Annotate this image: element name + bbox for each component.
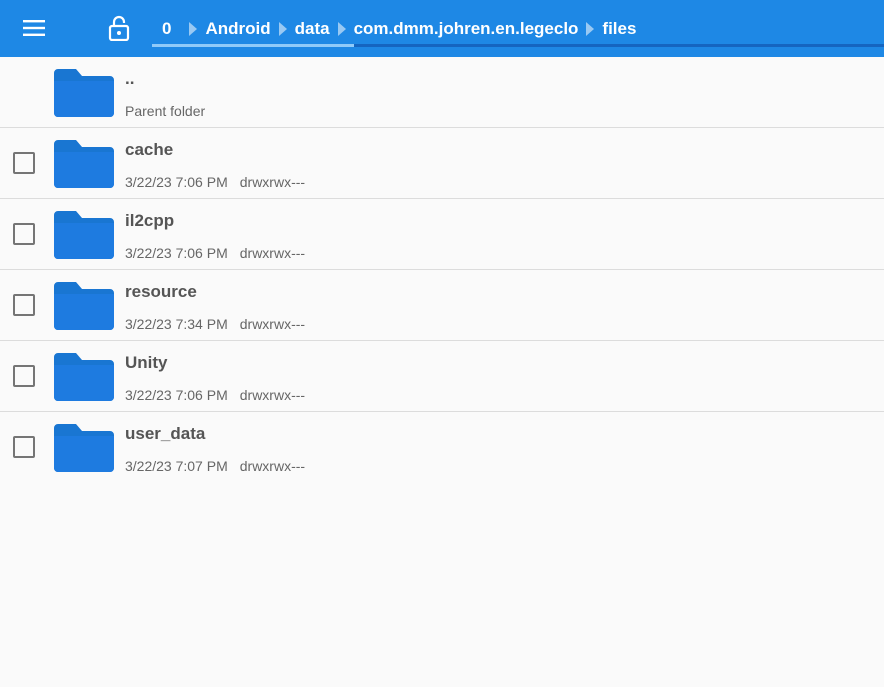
file-name: resource — [125, 282, 197, 301]
list-item[interactable]: user_data 3/22/23 7:07 PM drwxrwx--- — [0, 412, 884, 483]
file-name: user_data — [125, 424, 206, 443]
file-permissions: drwxrwx--- — [239, 316, 306, 332]
chevron-right-icon — [278, 21, 287, 36]
breadcrumb-item-android[interactable]: Android — [199, 0, 276, 57]
chevron-right-icon — [586, 21, 595, 36]
folder-icon — [54, 69, 114, 117]
tab-indicator — [152, 44, 354, 47]
list-item[interactable]: resource 3/22/23 7:34 PM drwxrwx--- — [0, 270, 884, 341]
file-list: .. Parent folder cache 3/22/23 7:06 PM dr… — [0, 57, 884, 483]
folder-icon — [54, 353, 114, 401]
folder-icon — [54, 211, 114, 259]
unlocked-padlock-icon — [108, 15, 130, 41]
hamburger-menu-icon — [23, 20, 45, 36]
file-permissions: drwxrwx--- — [239, 245, 306, 261]
folder-icon — [54, 140, 114, 188]
select-checkbox[interactable] — [13, 294, 35, 316]
file-meta: 3/22/23 7:07 PM drwxrwx--- — [125, 458, 305, 474]
folder-icon — [54, 424, 114, 472]
top-app-bar: 0 Android data com.dmm.johren.en.legeclo… — [0, 0, 884, 57]
file-date: 3/22/23 7:07 PM — [125, 458, 228, 474]
file-date: 3/22/23 7:06 PM — [125, 245, 228, 261]
root-access-lock-button[interactable] — [99, 8, 139, 48]
file-name: Unity — [125, 353, 168, 372]
breadcrumb-item-package[interactable]: com.dmm.johren.en.legeclo — [348, 0, 585, 57]
list-item[interactable]: Unity 3/22/23 7:06 PM drwxrwx--- — [0, 341, 884, 412]
file-meta: 3/22/23 7:06 PM drwxrwx--- — [125, 245, 305, 261]
breadcrumb-item-root[interactable]: 0 — [152, 0, 187, 57]
file-name: il2cpp — [125, 211, 175, 230]
file-meta: 3/22/23 7:06 PM drwxrwx--- — [125, 174, 305, 190]
list-item[interactable]: cache 3/22/23 7:06 PM drwxrwx--- — [0, 128, 884, 199]
chevron-right-icon — [189, 21, 198, 36]
file-permissions: drwxrwx--- — [239, 458, 306, 474]
file-permissions: drwxrwx--- — [239, 174, 306, 190]
file-meta: 3/22/23 7:06 PM drwxrwx--- — [125, 387, 305, 403]
breadcrumb-item-files[interactable]: files — [596, 0, 642, 57]
file-date: 3/22/23 7:06 PM — [125, 387, 228, 403]
menu-button[interactable] — [14, 8, 54, 48]
select-checkbox[interactable] — [13, 223, 35, 245]
select-checkbox[interactable] — [13, 152, 35, 174]
file-date: 3/22/23 7:06 PM — [125, 174, 228, 190]
select-checkbox[interactable] — [13, 436, 35, 458]
chevron-right-icon — [337, 21, 346, 36]
select-checkbox[interactable] — [13, 365, 35, 387]
file-subtitle: Parent folder — [125, 103, 206, 119]
file-name: cache — [125, 140, 174, 159]
list-item[interactable]: il2cpp 3/22/23 7:06 PM drwxrwx--- — [0, 199, 884, 270]
folder-icon — [54, 282, 114, 330]
breadcrumb-item-data[interactable]: data — [289, 0, 336, 57]
file-permissions: drwxrwx--- — [239, 387, 306, 403]
breadcrumb: 0 Android data com.dmm.johren.en.legeclo… — [152, 0, 884, 57]
parent-folder-row[interactable]: .. Parent folder — [0, 57, 884, 128]
file-date: 3/22/23 7:34 PM — [125, 316, 228, 332]
file-name: .. — [125, 69, 135, 88]
file-meta: 3/22/23 7:34 PM drwxrwx--- — [125, 316, 305, 332]
